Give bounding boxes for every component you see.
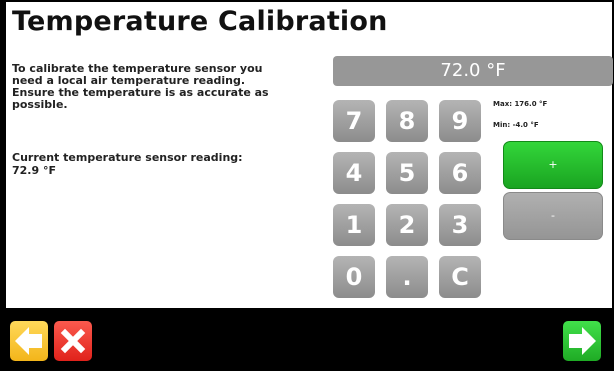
key-4[interactable]: 4 xyxy=(333,152,375,194)
key-7[interactable]: 7 xyxy=(333,100,375,142)
key-clear[interactable]: C xyxy=(439,256,481,298)
key-3[interactable]: 3 xyxy=(439,204,481,246)
instructions-text: To calibrate the temperature sensor you … xyxy=(12,62,269,111)
page-title: Temperature Calibration xyxy=(12,6,388,37)
key-5[interactable]: 5 xyxy=(386,152,428,194)
key-1[interactable]: 1 xyxy=(333,204,375,246)
key-2[interactable]: 2 xyxy=(386,204,428,246)
key-6[interactable]: 6 xyxy=(439,152,481,194)
current-reading-value: 72.9 °F xyxy=(12,164,56,177)
key-9[interactable]: 9 xyxy=(439,100,481,142)
increment-button[interactable]: + xyxy=(503,141,603,189)
key-decimal[interactable]: . xyxy=(386,256,428,298)
main-panel: Temperature Calibration To calibrate the… xyxy=(6,2,613,308)
back-button[interactable] xyxy=(10,321,48,361)
max-limit: Max: 176.0 °F xyxy=(493,100,548,108)
next-button[interactable] xyxy=(563,321,601,361)
current-reading-label: Current temperature sensor reading: xyxy=(12,151,243,164)
left-arrow-icon xyxy=(15,327,42,355)
cancel-button[interactable] xyxy=(54,321,92,361)
temperature-display: 72.0 °F xyxy=(333,56,613,86)
calibration-screen: Temperature Calibration To calibrate the… xyxy=(0,0,614,371)
decrement-button[interactable]: - xyxy=(503,192,603,240)
key-8[interactable]: 8 xyxy=(386,100,428,142)
min-limit: Min: -4.0 °F xyxy=(493,121,539,129)
close-icon xyxy=(60,328,86,354)
key-0[interactable]: 0 xyxy=(333,256,375,298)
right-arrow-icon xyxy=(569,327,596,355)
